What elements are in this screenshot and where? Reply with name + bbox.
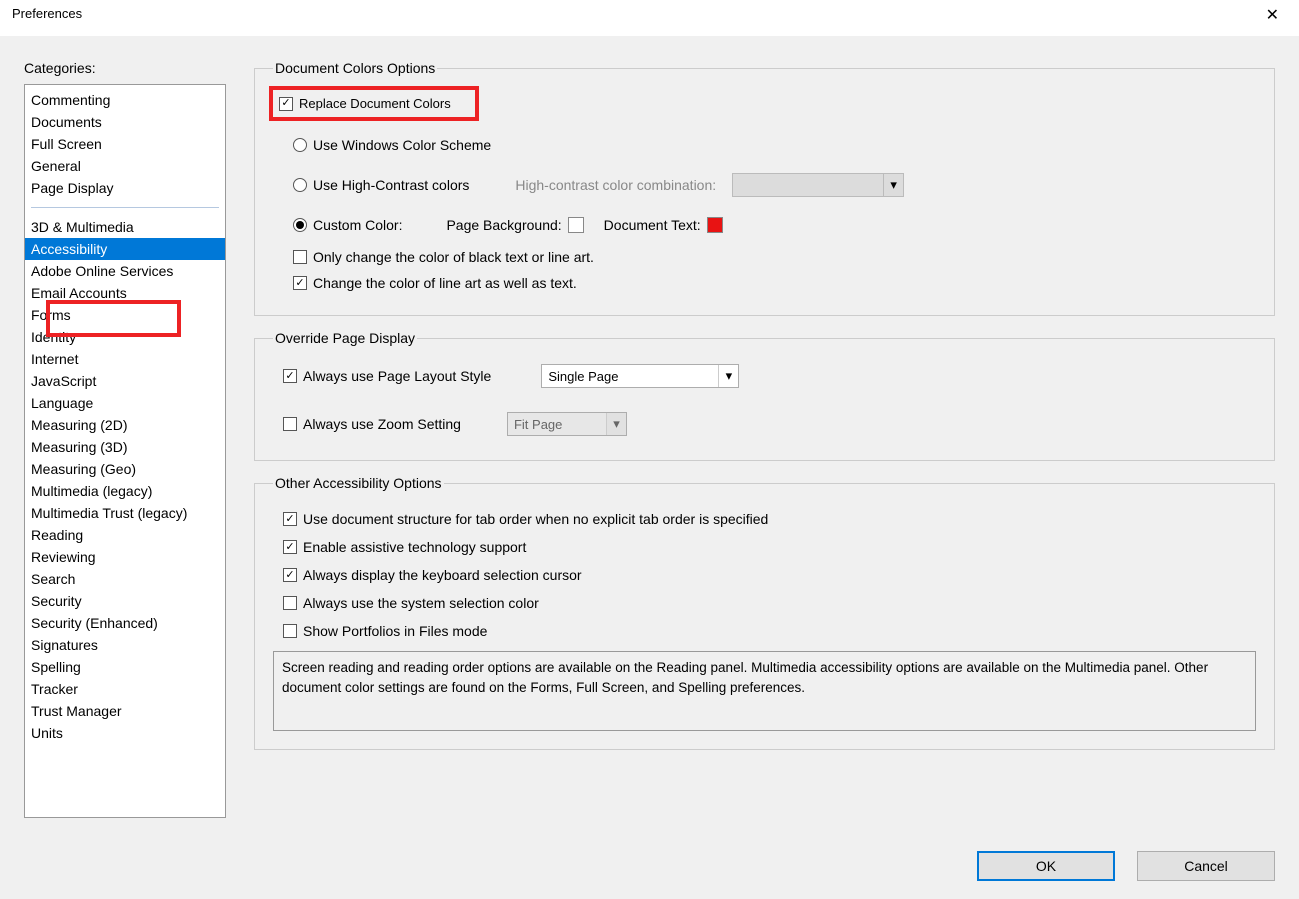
sidebar-item-reviewing[interactable]: Reviewing — [25, 546, 225, 568]
label-page-bg: Page Background: — [446, 217, 561, 233]
checkbox-tab-order[interactable] — [283, 512, 297, 526]
radio-custom-color[interactable] — [293, 218, 307, 232]
label-custom-color: Custom Color: — [313, 217, 402, 233]
window-title: Preferences — [12, 6, 82, 21]
sidebar-item-signatures[interactable]: Signatures — [25, 634, 225, 656]
group-document-colors: Document Colors Options Replace Document… — [254, 60, 1275, 316]
label-kb-cursor: Always display the keyboard selection cu… — [303, 567, 582, 583]
close-icon[interactable]: ✕ — [1258, 6, 1287, 26]
chevron-down-icon[interactable]: ▾ — [718, 365, 738, 387]
label-replace-colors: Replace Document Colors — [299, 96, 451, 111]
sidebar-item-identity[interactable]: Identity — [25, 326, 225, 348]
sidebar-item-commenting[interactable]: Commenting — [25, 89, 225, 111]
sidebar-item-measuring-geo-[interactable]: Measuring (Geo) — [25, 458, 225, 480]
label-layout-style: Always use Page Layout Style — [303, 368, 491, 384]
chevron-down-icon: ▾ — [606, 413, 626, 435]
label-sys-color: Always use the system selection color — [303, 595, 539, 611]
category-divider — [31, 207, 219, 208]
label-tab-order: Use document structure for tab order whe… — [303, 511, 768, 527]
checkbox-only-black[interactable] — [293, 250, 307, 264]
sidebar-item-3d-multimedia[interactable]: 3D & Multimedia — [25, 216, 225, 238]
label-use-hc: Use High-Contrast colors — [313, 177, 469, 193]
label-doc-text: Document Text: — [604, 217, 701, 233]
checkbox-zoom-setting[interactable] — [283, 417, 297, 431]
label-only-black: Only change the color of black text or l… — [313, 249, 594, 265]
sidebar-item-full-screen[interactable]: Full Screen — [25, 133, 225, 155]
label-hc-combo: High-contrast color combination: — [515, 177, 716, 193]
checkbox-change-lineart[interactable] — [293, 276, 307, 290]
chevron-down-icon: ▾ — [883, 174, 903, 196]
label-use-windows: Use Windows Color Scheme — [313, 137, 491, 153]
label-assistive: Enable assistive technology support — [303, 539, 526, 555]
highlight-replace-colors: Replace Document Colors — [269, 86, 479, 121]
cancel-button[interactable]: Cancel — [1137, 851, 1275, 881]
sidebar-item-security[interactable]: Security — [25, 590, 225, 612]
sidebar-item-multimedia-legacy-[interactable]: Multimedia (legacy) — [25, 480, 225, 502]
combo-zoom-value: Fit Page — [514, 417, 562, 432]
combo-layout-value: Single Page — [548, 369, 618, 384]
checkbox-kb-cursor[interactable] — [283, 568, 297, 582]
sidebar-item-language[interactable]: Language — [25, 392, 225, 414]
swatch-page-bg[interactable] — [568, 217, 584, 233]
info-text: Screen reading and reading order options… — [273, 651, 1256, 731]
radio-use-windows[interactable] — [293, 138, 307, 152]
combo-hc: ▾ — [732, 173, 904, 197]
sidebar-item-reading[interactable]: Reading — [25, 524, 225, 546]
categories-label: Categories: — [24, 60, 226, 76]
sidebar-item-forms[interactable]: Forms — [25, 304, 225, 326]
label-portfolios: Show Portfolios in Files mode — [303, 623, 487, 639]
sidebar-item-measuring-2d-[interactable]: Measuring (2D) — [25, 414, 225, 436]
ok-button[interactable]: OK — [977, 851, 1115, 881]
group-legend: Document Colors Options — [273, 60, 437, 76]
sidebar-item-adobe-online-services[interactable]: Adobe Online Services — [25, 260, 225, 282]
sidebar-item-general[interactable]: General — [25, 155, 225, 177]
combo-layout-style[interactable]: Single Page ▾ — [541, 364, 739, 388]
label-change-lineart: Change the color of line art as well as … — [313, 275, 577, 291]
group-override-page-display: Override Page Display Always use Page La… — [254, 330, 1275, 461]
sidebar-item-trust-manager[interactable]: Trust Manager — [25, 700, 225, 722]
radio-use-hc[interactable] — [293, 178, 307, 192]
checkbox-layout-style[interactable] — [283, 369, 297, 383]
group-other-accessibility: Other Accessibility Options Use document… — [254, 475, 1275, 750]
categories-list: CommentingDocumentsFull ScreenGeneralPag… — [24, 84, 226, 818]
label-zoom-setting: Always use Zoom Setting — [303, 416, 461, 432]
sidebar-item-multimedia-trust-legacy-[interactable]: Multimedia Trust (legacy) — [25, 502, 225, 524]
group-legend: Override Page Display — [273, 330, 417, 346]
checkbox-sys-color[interactable] — [283, 596, 297, 610]
sidebar-item-measuring-3d-[interactable]: Measuring (3D) — [25, 436, 225, 458]
sidebar-item-internet[interactable]: Internet — [25, 348, 225, 370]
swatch-doc-text[interactable] — [707, 217, 723, 233]
sidebar-item-security-enhanced-[interactable]: Security (Enhanced) — [25, 612, 225, 634]
sidebar-item-units[interactable]: Units — [25, 722, 225, 744]
group-legend: Other Accessibility Options — [273, 475, 444, 491]
sidebar-item-page-display[interactable]: Page Display — [25, 177, 225, 199]
sidebar-item-tracker[interactable]: Tracker — [25, 678, 225, 700]
checkbox-replace-colors[interactable] — [279, 97, 293, 111]
sidebar-item-search[interactable]: Search — [25, 568, 225, 590]
sidebar-item-email-accounts[interactable]: Email Accounts — [25, 282, 225, 304]
sidebar-item-documents[interactable]: Documents — [25, 111, 225, 133]
combo-zoom-setting: Fit Page ▾ — [507, 412, 627, 436]
sidebar-item-javascript[interactable]: JavaScript — [25, 370, 225, 392]
checkbox-portfolios[interactable] — [283, 624, 297, 638]
sidebar-item-spelling[interactable]: Spelling — [25, 656, 225, 678]
checkbox-assistive[interactable] — [283, 540, 297, 554]
sidebar-item-accessibility[interactable]: Accessibility — [25, 238, 225, 260]
